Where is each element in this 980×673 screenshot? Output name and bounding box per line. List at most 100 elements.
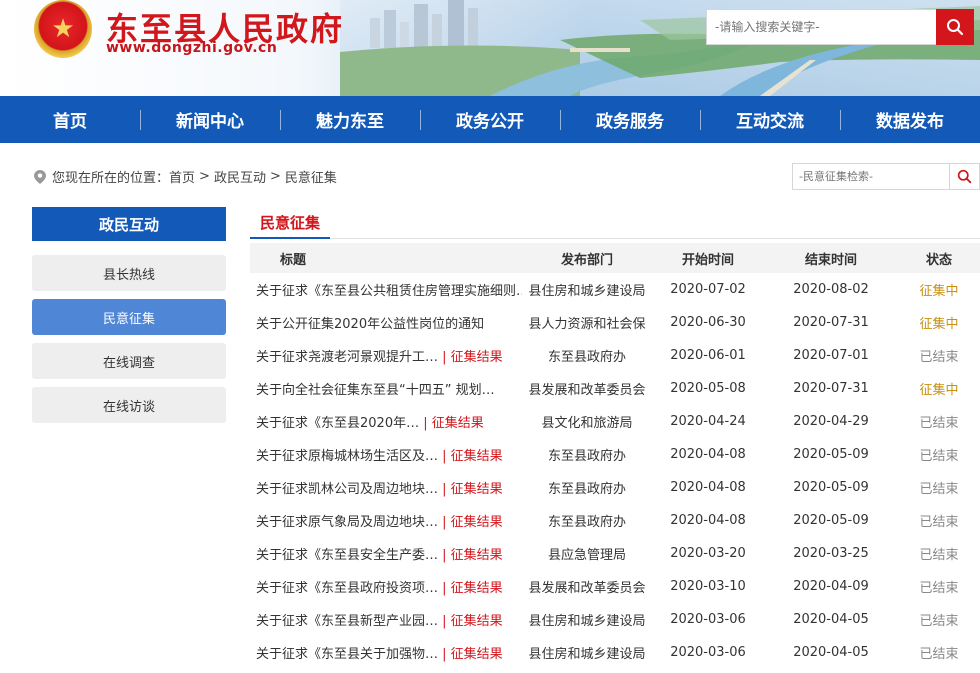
nav-home[interactable]: 首页 bbox=[0, 96, 140, 143]
table-row[interactable]: 关于征求《东至县关于加强物… | 征集结果 县住房和城乡建设局 2020-03-06… bbox=[250, 636, 980, 669]
sidebar-item-hotline[interactable]: 县长热线 bbox=[32, 255, 226, 291]
table-row[interactable]: 关于征求尧渡老河景观提升工… | 征集结果 东至县政府办 2020-06-01 202… bbox=[250, 339, 980, 372]
row-title-link[interactable]: 关于征求《东至县新型产业园… bbox=[256, 614, 438, 629]
table-row[interactable]: 关于征求《东至县新型产业园… | 征集结果 县住房和城乡建设局 2020-03-06… bbox=[250, 603, 980, 636]
table-row[interactable]: 关于征求《东至县政府投资项… | 征集结果 县发展和改革委员会 2020-03-10… bbox=[250, 570, 980, 603]
row-end-date: 2020-05-09 bbox=[793, 513, 869, 528]
row-title-cell: 关于向全社会征集东至县“十四五” 规划… bbox=[250, 372, 522, 405]
site-header: ★ 东至县人民政府 www.dongzhi.gov.cn bbox=[0, 0, 980, 96]
table-header-row: 标题 发布部门 开始时间 结束时间 状态 bbox=[250, 243, 980, 273]
opinion-table: 标题 发布部门 开始时间 结束时间 状态 关于征求《东至县公共租赁住房管理实施细… bbox=[250, 243, 980, 669]
row-status: 征集中 bbox=[919, 284, 959, 299]
nav-news[interactable]: 新闻中心 bbox=[140, 96, 280, 143]
row-start-date: 2020-07-02 bbox=[670, 282, 746, 297]
table-row[interactable]: 关于征求《东至县2020年… | 征集结果 县文化和旅游局 2020-04-24 20… bbox=[250, 405, 980, 438]
row-start-date: 2020-04-24 bbox=[670, 414, 746, 429]
row-status: 已结束 bbox=[919, 548, 959, 563]
result-link[interactable]: | 征集结果 bbox=[442, 647, 503, 662]
row-end-date: 2020-07-31 bbox=[793, 315, 869, 330]
row-start-date: 2020-06-30 bbox=[670, 315, 746, 330]
row-end-date: 2020-04-05 bbox=[793, 645, 869, 660]
table-row[interactable]: 关于向全社会征集东至县“十四五” 规划… 县发展和改革委员会 2020-05-08 2… bbox=[250, 372, 980, 405]
row-title-link[interactable]: 关于公开征集2020年公益性岗位的通知 bbox=[256, 317, 484, 332]
table-row[interactable]: 关于征求凯林公司及周边地块… | 征集结果 东至县政府办 2020-04-08 202… bbox=[250, 471, 980, 504]
national-emblem-icon: ★ bbox=[34, 0, 92, 58]
sidebar-item-survey[interactable]: 在线调查 bbox=[32, 343, 226, 379]
row-title-cell: 关于征求凯林公司及周边地块… | 征集结果 bbox=[250, 471, 522, 504]
table-row[interactable]: 关于征求《东至县安全生产委… | 征集结果 县应急管理局 2020-03-20 202… bbox=[250, 537, 980, 570]
site-search bbox=[706, 9, 974, 45]
sidebar-item-opinion[interactable]: 民意征集 bbox=[32, 299, 226, 335]
row-dept: 县文化和旅游局 bbox=[541, 416, 633, 431]
row-title-link[interactable]: 关于征求《东至县安全生产委… bbox=[256, 548, 438, 563]
result-link[interactable]: | 征集结果 bbox=[442, 581, 503, 596]
row-start-date: 2020-04-08 bbox=[670, 447, 746, 462]
row-end-date: 2020-05-09 bbox=[793, 447, 869, 462]
nav-services[interactable]: 政务服务 bbox=[560, 96, 700, 143]
row-status: 已结束 bbox=[919, 614, 959, 629]
row-status: 征集中 bbox=[919, 383, 959, 398]
result-link[interactable]: | 征集结果 bbox=[442, 515, 503, 530]
row-title-link[interactable]: 关于征求原气象局及周边地块… bbox=[256, 515, 438, 530]
sidebar-title: 政民互动 bbox=[32, 207, 226, 241]
nav-gov-affairs[interactable]: 政务公开 bbox=[420, 96, 560, 143]
result-link[interactable]: | 征集结果 bbox=[423, 416, 484, 431]
row-start-date: 2020-03-10 bbox=[670, 579, 746, 594]
row-title-cell: 关于征求《东至县关于加强物… | 征集结果 bbox=[250, 636, 522, 669]
breadcrumb: 您现在所在的位置： 首页 > 政民互动 > 民意征集 bbox=[34, 167, 337, 186]
row-title-link[interactable]: 关于征求《东至县2020年… bbox=[256, 416, 419, 431]
table-row[interactable]: 关于征求原梅城林场生活区及… | 征集结果 东至县政府办 2020-04-08 202… bbox=[250, 438, 980, 471]
breadcrumb-prefix: 您现在所在的位置： bbox=[52, 171, 170, 186]
row-title-link[interactable]: 关于征求凯林公司及周边地块… bbox=[256, 482, 438, 497]
opinion-search-button[interactable] bbox=[949, 164, 979, 189]
table-row[interactable]: 关于征求《东至县公共租赁住房管理实施细则… 县住房和城乡建设局 2020-07-02… bbox=[250, 273, 980, 306]
column-header-end: 结束时间 bbox=[804, 252, 857, 268]
row-title-cell: 关于征求《东至县新型产业园… | 征集结果 bbox=[250, 603, 522, 636]
nav-interaction[interactable]: 互动交流 bbox=[700, 96, 840, 143]
sidebar-item-interview[interactable]: 在线访谈 bbox=[32, 387, 226, 423]
row-title-link[interactable]: 关于征求原梅城林场生活区及… bbox=[256, 449, 438, 464]
result-link[interactable]: | 征集结果 bbox=[442, 548, 503, 563]
row-end-date: 2020-04-09 bbox=[793, 579, 869, 594]
search-icon bbox=[957, 169, 972, 184]
row-dept: 东至县政府办 bbox=[547, 482, 626, 497]
row-start-date: 2020-04-08 bbox=[670, 513, 746, 528]
site-search-button[interactable] bbox=[936, 9, 974, 45]
breadcrumb-current[interactable]: 民意征集 bbox=[285, 167, 337, 186]
row-title-cell: 关于征求《东至县政府投资项… | 征集结果 bbox=[250, 570, 522, 603]
nav-data[interactable]: 数据发布 bbox=[840, 96, 980, 143]
row-title-link[interactable]: 关于征求《东至县关于加强物… bbox=[256, 647, 438, 662]
breadcrumb-link-home[interactable]: 首页 bbox=[169, 167, 195, 186]
row-dept: 东至县政府办 bbox=[547, 449, 626, 464]
row-title-cell: 关于公开征集2020年公益性岗位的通知 bbox=[250, 306, 522, 339]
row-title-link[interactable]: 关于征求尧渡老河景观提升工… bbox=[256, 350, 438, 365]
breadcrumb-link-interaction[interactable]: 政民互动 bbox=[214, 167, 266, 186]
row-title-link[interactable]: 关于征求《东至县公共租赁住房管理实施细则… bbox=[256, 284, 522, 299]
search-icon bbox=[947, 19, 964, 36]
row-end-date: 2020-03-25 bbox=[793, 546, 869, 561]
result-link[interactable]: | 征集结果 bbox=[442, 614, 503, 629]
row-dept: 县发展和改革委员会 bbox=[528, 383, 646, 398]
opinion-search bbox=[792, 163, 980, 190]
table-row[interactable]: 关于征求原气象局及周边地块… | 征集结果 东至县政府办 2020-04-08 202… bbox=[250, 504, 980, 537]
row-title-link[interactable]: 关于向全社会征集东至县“十四五” 规划… bbox=[256, 383, 495, 398]
column-header-title: 标题 bbox=[280, 252, 307, 268]
tab-opinion[interactable]: 民意征集 bbox=[250, 207, 331, 239]
nav-charm[interactable]: 魅力东至 bbox=[280, 96, 420, 143]
sidebar: 政民互动 县长热线 民意征集 在线调查 在线访谈 bbox=[32, 207, 226, 423]
row-end-date: 2020-05-09 bbox=[793, 480, 869, 495]
result-link[interactable]: | 征集结果 bbox=[442, 350, 503, 365]
site-search-input[interactable] bbox=[707, 10, 939, 44]
opinion-search-input[interactable] bbox=[793, 164, 949, 189]
result-link[interactable]: | 征集结果 bbox=[442, 449, 503, 464]
breadcrumb-bar: 您现在所在的位置： 首页 > 政民互动 > 民意征集 bbox=[0, 143, 980, 205]
result-link[interactable]: | 征集结果 bbox=[442, 482, 503, 497]
row-status: 已结束 bbox=[919, 482, 959, 497]
column-header-dept: 发布部门 bbox=[560, 252, 613, 268]
location-pin-icon bbox=[34, 169, 46, 184]
main-content: 民意征集 标题 发布部门 开始时间 结束时间 状态 关于征求《东至县公共租赁住房… bbox=[250, 207, 980, 669]
row-title-link[interactable]: 关于征求《东至县政府投资项… bbox=[256, 581, 438, 596]
table-row[interactable]: 关于公开征集2020年公益性岗位的通知 县人力资源和社会保 2020-06-30 20… bbox=[250, 306, 980, 339]
row-end-date: 2020-04-29 bbox=[793, 414, 869, 429]
row-status: 已结束 bbox=[919, 449, 959, 464]
